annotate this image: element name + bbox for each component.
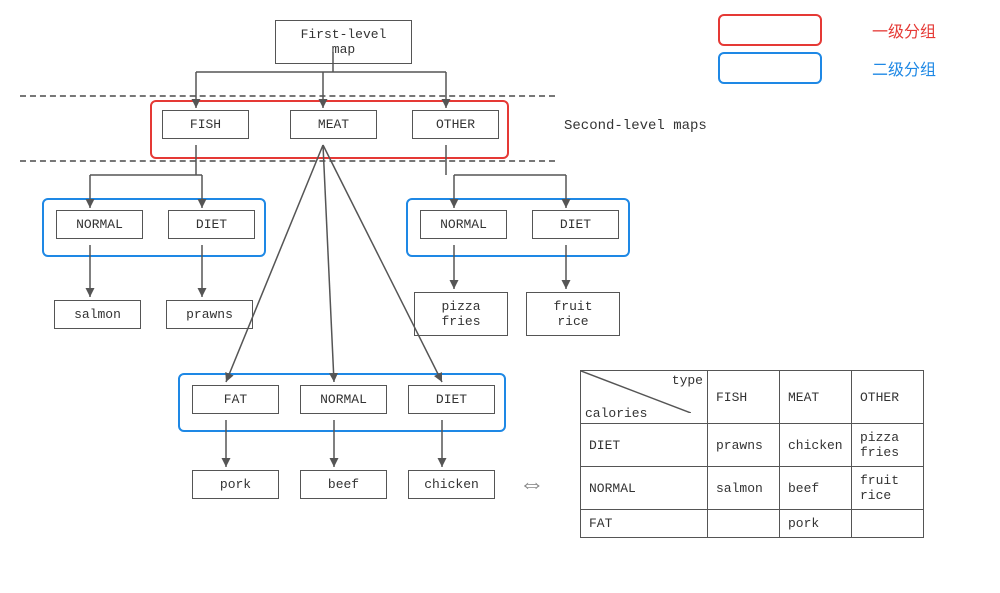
group-first-level bbox=[150, 100, 509, 159]
group-other-second bbox=[406, 198, 630, 257]
leaf-fruit-rice: fruit rice bbox=[526, 292, 620, 336]
cell: salmon bbox=[708, 467, 780, 510]
group-fish-second bbox=[42, 198, 266, 257]
leaf-beef: beef bbox=[300, 470, 387, 499]
cell: prawns bbox=[708, 424, 780, 467]
table-corner-top: type bbox=[672, 373, 703, 388]
th-meat: MEAT bbox=[780, 371, 852, 424]
leaf-pork: pork bbox=[192, 470, 279, 499]
leaf-chicken: chicken bbox=[408, 470, 495, 499]
table-corner-left: calories bbox=[585, 406, 647, 421]
legend-swatch-red bbox=[718, 14, 822, 46]
legend-label-second: 二级分组 bbox=[872, 56, 936, 80]
dash-bottom bbox=[20, 160, 555, 162]
label-second-level: Second-level maps bbox=[564, 118, 707, 134]
mapping-table: type calories FISH MEAT OTHER DIET prawn… bbox=[580, 370, 924, 538]
th-other: OTHER bbox=[852, 371, 924, 424]
cell: pork bbox=[780, 510, 852, 538]
legend-swatch-blue bbox=[718, 52, 822, 84]
rh-normal: NORMAL bbox=[581, 467, 708, 510]
dash-top bbox=[20, 95, 555, 97]
leaf-salmon: salmon bbox=[54, 300, 141, 329]
cell: beef bbox=[780, 467, 852, 510]
leaf-pizza-fries: pizza fries bbox=[414, 292, 508, 336]
th-fish: FISH bbox=[708, 371, 780, 424]
rh-diet: DIET bbox=[581, 424, 708, 467]
cell: pizza fries bbox=[852, 424, 924, 467]
cell: fruit rice bbox=[852, 467, 924, 510]
cell: chicken bbox=[780, 424, 852, 467]
cell bbox=[708, 510, 780, 538]
cell bbox=[852, 510, 924, 538]
rh-fat: FAT bbox=[581, 510, 708, 538]
leaf-prawns: prawns bbox=[166, 300, 253, 329]
table-corner: type calories bbox=[581, 371, 708, 424]
group-meat-second bbox=[178, 373, 506, 432]
node-root: First-level map bbox=[275, 20, 412, 64]
legend-label-first: 一级分组 bbox=[872, 18, 936, 42]
double-arrow-icon: ⇔ bbox=[524, 470, 540, 500]
